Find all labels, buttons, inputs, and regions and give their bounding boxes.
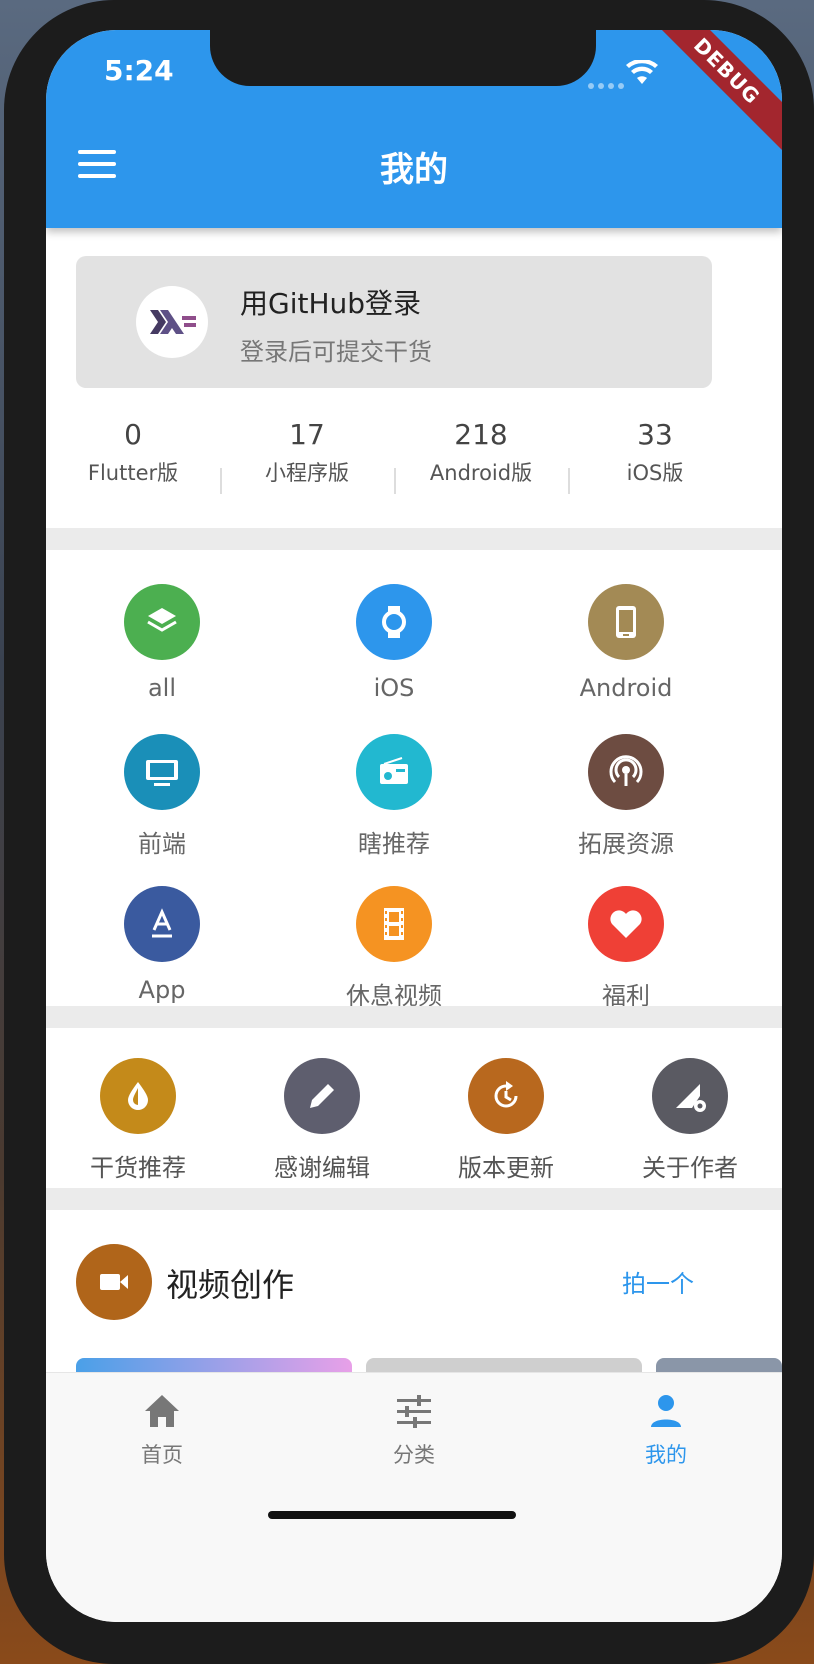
action-label: 干货推荐: [90, 1154, 186, 1182]
category-resources[interactable]: 拓展资源: [516, 734, 736, 859]
stat-value: 0: [124, 418, 142, 451]
tab-mine[interactable]: 我的: [586, 1393, 746, 1469]
section-divider: [46, 1006, 782, 1028]
github-login-card[interactable]: 用GitHub登录 登录后可提交干货: [76, 256, 712, 388]
tab-label: 分类: [393, 1443, 435, 1467]
tab-label: 首页: [141, 1443, 183, 1467]
home-indicator[interactable]: [268, 1511, 516, 1519]
stat-flutter: 0 Flutter版: [46, 418, 220, 487]
action-thanks-editors[interactable]: 感谢编辑: [230, 1058, 414, 1183]
signal-settings-icon: [652, 1058, 728, 1134]
tune-icon: [397, 1395, 431, 1428]
category-label: Android: [579, 674, 673, 702]
video-camera-icon: [76, 1244, 152, 1320]
haskell-logo-icon: [150, 310, 196, 334]
monitor-icon: [124, 734, 200, 810]
category-frontend[interactable]: 前端: [52, 734, 272, 859]
page-title: 我的: [380, 150, 448, 190]
category-label: 前端: [138, 830, 186, 858]
action-about-author[interactable]: 关于作者: [598, 1058, 782, 1183]
category-label: iOS: [373, 674, 415, 702]
tablet-icon: [588, 584, 664, 660]
category-ios[interactable]: iOS: [284, 584, 504, 702]
category-videos[interactable]: 休息视频: [284, 886, 504, 1011]
action-label: 关于作者: [642, 1154, 738, 1182]
stat-label: iOS版: [626, 461, 684, 485]
drop-icon: [100, 1058, 176, 1134]
status-time: 5:24: [104, 54, 174, 87]
pencil-icon: [284, 1058, 360, 1134]
layers-icon: [124, 584, 200, 660]
tab-category[interactable]: 分类: [334, 1393, 494, 1469]
stat-ios: 33 iOS版: [568, 418, 742, 487]
category-label: 瞎推荐: [358, 830, 430, 858]
video-section-title: 视频创作: [166, 1266, 295, 1304]
stat-label: Android版: [429, 461, 533, 485]
tab-home[interactable]: 首页: [82, 1393, 242, 1469]
category-all[interactable]: all: [52, 584, 272, 702]
avatar: [136, 286, 208, 358]
stat-miniprogram: 17 小程序版: [220, 418, 394, 487]
heart-icon: [588, 886, 664, 962]
stat-label: Flutter版: [87, 461, 179, 485]
broadcast-icon: [588, 734, 664, 810]
section-divider: [46, 1188, 782, 1210]
wifi-icon: [626, 60, 658, 84]
action-label: 版本更新: [458, 1154, 554, 1182]
app-screen: 5:24 DEBUG 我的 用GitHub登录 登录后可提交干货 0 Flutt…: [46, 30, 782, 1622]
app-bar: 5:24 DEBUG 我的: [46, 30, 782, 228]
action-recommend[interactable]: 干货推荐: [46, 1058, 230, 1183]
stat-label: 小程序版: [265, 461, 349, 485]
phone-frame: 5:24 DEBUG 我的 用GitHub登录 登录后可提交干货 0 Flutt…: [4, 0, 814, 1664]
login-title: 用GitHub登录: [240, 287, 422, 320]
app-store-icon: [124, 886, 200, 962]
action-label: 感谢编辑: [274, 1154, 370, 1182]
shoot-video-link[interactable]: 拍一个: [622, 1264, 694, 1299]
category-welfare[interactable]: 福利: [516, 886, 736, 1011]
category-app[interactable]: App: [52, 886, 272, 1004]
category-recommend[interactable]: 瞎推荐: [284, 734, 504, 859]
radio-icon: [356, 734, 432, 810]
device-notch: [210, 30, 596, 86]
film-icon: [356, 886, 432, 962]
person-icon: [651, 1395, 681, 1427]
bottom-tab-bar: 首页 分类 我的: [46, 1372, 782, 1622]
category-label: App: [138, 976, 186, 1004]
category-android[interactable]: Android: [516, 584, 736, 702]
signal-icon: [588, 74, 628, 93]
watch-icon: [356, 584, 432, 660]
stat-android: 218 Android版: [394, 418, 568, 487]
update-icon: [468, 1058, 544, 1134]
stat-value: 17: [289, 418, 325, 451]
section-divider: [46, 528, 782, 550]
login-subtitle: 登录后可提交干货: [240, 338, 432, 366]
stat-value: 33: [637, 418, 673, 451]
category-label: 拓展资源: [578, 830, 674, 858]
category-label: all: [147, 674, 177, 702]
action-version-update[interactable]: 版本更新: [414, 1058, 598, 1183]
tab-label: 我的: [645, 1443, 687, 1467]
stat-value: 218: [454, 418, 508, 451]
stats-row: 0 Flutter版 17 小程序版 218 Android版 33 iOS版: [46, 418, 782, 518]
debug-banner: DEBUG: [647, 30, 782, 151]
home-icon: [145, 1395, 179, 1427]
